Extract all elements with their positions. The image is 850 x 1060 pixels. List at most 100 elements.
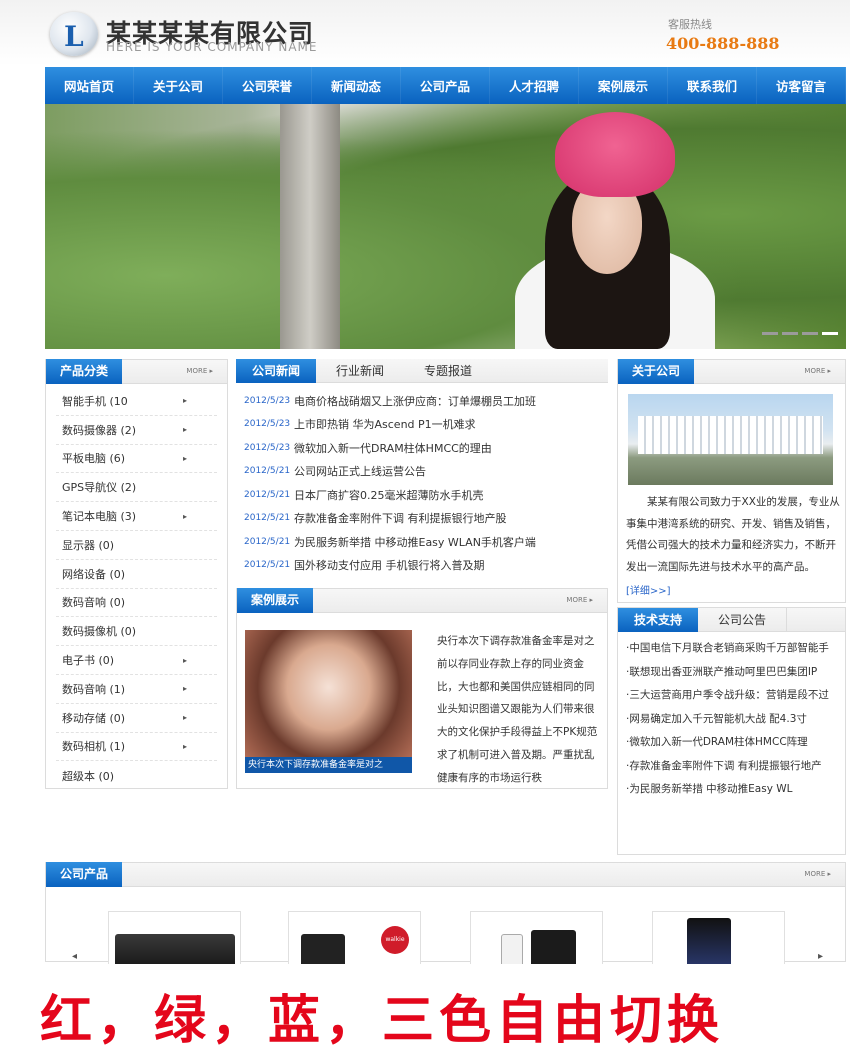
panel-title: 关于公司: [618, 359, 695, 384]
tech-item[interactable]: ·中国电信下月联合老销商采购千万部智能手: [618, 637, 845, 661]
news-date: 2012/5/21: [244, 560, 291, 571]
carousel-left-arrow[interactable]: ◂: [72, 951, 77, 962]
product-smartphone[interactable]: [470, 911, 603, 966]
news-item[interactable]: 2012/5/21 存款准备金率附件下调 有利提振银行地产股: [236, 507, 608, 531]
banner-slideshow[interactable]: [45, 104, 846, 349]
category-label: 超级本 (0): [62, 769, 115, 783]
news-title[interactable]: 微软加入新一代DRAM柱体HMCC的理由: [294, 440, 492, 456]
category-item[interactable]: 笔记本电脑 (3) ▸: [56, 502, 217, 531]
category-item[interactable]: 数码音响 (0): [56, 589, 217, 618]
tech-item[interactable]: ·联想现出香亚洲联产推动呵里巴巴集团IP: [618, 661, 845, 685]
banner-figure-hat: [555, 112, 675, 197]
chevron-right-icon: ▸: [182, 741, 187, 751]
tech-item[interactable]: ·微软加入新一代DRAM柱体HMCC阵理: [618, 731, 845, 755]
category-item[interactable]: 数码相机 (1) ▸: [56, 733, 217, 762]
tech-item[interactable]: ·为民服务新举措 中移动推Easy WL: [618, 778, 845, 802]
tab-special-report[interactable]: 专题报道: [404, 359, 492, 383]
category-item[interactable]: 显示器 (0): [56, 531, 217, 560]
category-item[interactable]: 网络设备 (0): [56, 560, 217, 589]
tab-company-news[interactable]: 公司新闻: [236, 359, 317, 383]
slide-dot[interactable]: [802, 332, 818, 335]
nav-about[interactable]: 关于公司: [134, 67, 223, 104]
building-shape: [638, 416, 823, 454]
tab-tech-support[interactable]: 技术支持: [618, 608, 699, 632]
category-list: 智能手机 (10 ▸ 数码摄像器 (2) ▸ 平板电脑 (6) ▸ GPS导航仪 (2…: [46, 384, 227, 790]
panel-header: 关于公司 MORE ▸: [618, 359, 845, 384]
nav-products[interactable]: 公司产品: [401, 67, 490, 104]
product-tablet[interactable]: [108, 911, 241, 966]
category-label: 数码相机 (1): [62, 740, 126, 754]
news-title[interactable]: 为民服务新举措 中移动推Easy WLAN手机客户端: [294, 534, 536, 550]
case-caption[interactable]: 央行本次下调存款准备金率是对之: [245, 757, 412, 773]
category-item[interactable]: 电子书 (0) ▸: [56, 646, 217, 675]
news-title[interactable]: 存款准备金率附件下调 有利提振银行地产股: [294, 510, 507, 526]
category-label: 数码摄像器 (2): [62, 423, 137, 437]
detail-link[interactable]: [详细>>]: [626, 582, 671, 597]
category-item[interactable]: 数码摄像机 (0): [56, 617, 217, 647]
company-english-name: HERE IS YOUR COMPANY NAME: [106, 40, 318, 54]
category-label: 数码摄像机 (0): [62, 625, 137, 639]
category-label: 智能手机 (10: [62, 394, 128, 408]
category-label: GPS导航仪 (2): [62, 481, 137, 495]
nav-jobs[interactable]: 人才招聘: [490, 67, 579, 104]
news-item[interactable]: 2012/5/21 国外移动支付应用 手机银行将入普及期: [236, 554, 608, 578]
chevron-right-icon: ▸: [182, 655, 187, 665]
news-title[interactable]: 电商价格战硝烟又上涨伊应商：订单爆棚员工加班: [294, 393, 536, 409]
tab-announcements[interactable]: 公司公告: [698, 608, 788, 632]
nav-news[interactable]: 新闻动态: [312, 67, 401, 104]
news-item[interactable]: 2012/5/23 电商价格战硝烟又上涨伊应商：订单爆棚员工加班: [236, 389, 608, 413]
category-label: 电子书 (0): [62, 654, 115, 668]
case-body: 央行本次下调存款准备金率是对之 央行本次下调存款准备金率是对之前以存同业存款上存…: [237, 613, 607, 809]
category-item[interactable]: 数码音响 (1) ▸: [56, 675, 217, 704]
nav-home[interactable]: 网站首页: [45, 67, 134, 104]
nav-contact[interactable]: 联系我们: [668, 67, 757, 104]
slide-indicators: [762, 332, 838, 335]
news-title[interactable]: 公司网站正式上线运营公告: [294, 463, 426, 479]
logo-letter: L: [64, 20, 84, 53]
nav-honor[interactable]: 公司荣誉: [223, 67, 312, 104]
hotline-label: 客服热线: [668, 18, 712, 31]
news-item[interactable]: 2012/5/21 日本厂商扩容0.25毫米超薄防水手机壳: [236, 483, 608, 507]
slide-dot-active[interactable]: [822, 332, 838, 335]
category-item[interactable]: 移动存储 (0) ▸: [56, 704, 217, 733]
category-label: 数码音响 (1): [62, 682, 126, 696]
news-title[interactable]: 上市即热销 华为Ascend P1一机难求: [294, 416, 476, 432]
tech-item[interactable]: ·三大运营商用户季令战升级：营销是段不过: [618, 684, 845, 708]
tech-item[interactable]: ·网易确定加入千元智能机大战 配4.3寸: [618, 708, 845, 732]
more-link[interactable]: MORE ▸: [186, 367, 213, 375]
news-item[interactable]: 2012/5/21 为民服务新举措 中移动推Easy WLAN手机客户端: [236, 530, 608, 554]
tech-item[interactable]: ·存款准备金率附件下调 有利提振银行地产: [618, 755, 845, 779]
nav-guestbook[interactable]: 访客留言: [757, 67, 846, 104]
product-xperia[interactable]: [652, 911, 785, 966]
news-item[interactable]: 2012/5/21 公司网站正式上线运营公告: [236, 460, 608, 484]
category-item[interactable]: 智能手机 (10 ▸: [56, 387, 217, 416]
category-label: 显示器 (0): [62, 538, 115, 552]
case-image[interactable]: 央行本次下调存款准备金率是对之: [245, 630, 412, 773]
more-link[interactable]: MORE ▸: [804, 870, 831, 878]
news-date: 2012/5/21: [244, 513, 291, 524]
news-item[interactable]: 2012/5/23 上市即热销 华为Ascend P1一机难求: [236, 413, 608, 437]
chevron-right-icon: ▸: [182, 713, 187, 723]
nav-cases[interactable]: 案例展示: [579, 67, 668, 104]
category-item[interactable]: 平板电脑 (6) ▸: [56, 445, 217, 474]
news-title[interactable]: 日本厂商扩容0.25毫米超薄防水手机壳: [294, 487, 484, 503]
category-item[interactable]: 数码摄像器 (2) ▸: [56, 416, 217, 445]
slide-dot[interactable]: [782, 332, 798, 335]
tab-industry-news[interactable]: 行业新闻: [316, 359, 404, 383]
slide-dot[interactable]: [762, 332, 778, 335]
news-title[interactable]: 国外移动支付应用 手机银行将入普及期: [294, 557, 485, 573]
category-item[interactable]: 超级本 (0): [56, 761, 217, 790]
product-phone[interactable]: walkie: [288, 911, 421, 966]
panel-header: 产品分类 MORE ▸: [46, 359, 227, 384]
more-link[interactable]: MORE ▸: [566, 596, 593, 604]
company-logo[interactable]: L: [50, 12, 98, 56]
category-item[interactable]: GPS导航仪 (2): [56, 473, 217, 503]
tablet-shape: [115, 934, 235, 965]
about-panel: 关于公司 MORE ▸ 某某有限公司致力于XX业的发展，专业从事集中港湾系统的研…: [617, 359, 846, 603]
more-link[interactable]: MORE ▸: [804, 367, 831, 375]
news-panel: 公司新闻 行业新闻 专题报道 2012/5/23 电商价格战硝烟又上涨伊应商：订单…: [236, 359, 608, 581]
main-nav: 网站首页 关于公司 公司荣誉 新闻动态 公司产品 人才招聘 案例展示 联系我们 …: [45, 67, 846, 104]
news-item[interactable]: 2012/5/23 微软加入新一代DRAM柱体HMCC的理由: [236, 436, 608, 460]
panel-header: 公司产品 MORE ▸: [46, 862, 845, 887]
carousel-right-arrow[interactable]: ▸: [818, 951, 823, 962]
